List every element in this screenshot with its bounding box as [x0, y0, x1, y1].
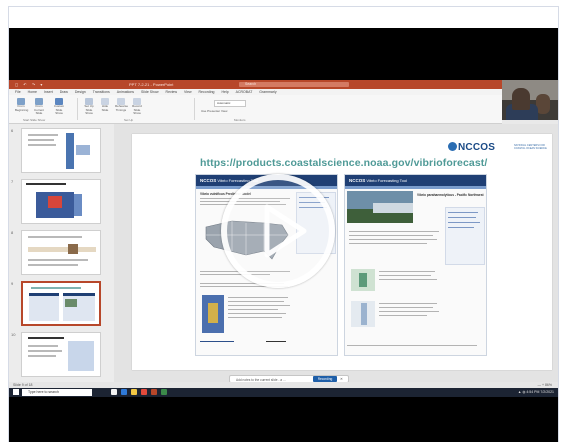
tab-draw[interactable]: Draw — [60, 90, 68, 94]
quick-access-toolbar[interactable]: ◻ ↶ ↷ ▾ — [15, 80, 44, 89]
tab-transitions[interactable]: Transitions — [93, 90, 110, 94]
document-title: PPT 7-2-21 - PowerPoint — [129, 82, 174, 87]
thumb-number: 6 — [11, 128, 14, 133]
slide-thumbnail-selected[interactable] — [21, 281, 101, 326]
title-bar: ◻ ↶ ↷ ▾ PPT 7-2-21 - PowerPoint Search — [9, 80, 558, 89]
slide-counter: Slide 9 of 18 — [13, 383, 33, 387]
tab-insert[interactable]: Insert — [44, 90, 53, 94]
tab-file[interactable]: File — [15, 90, 21, 94]
play-icon — [264, 204, 307, 258]
web-header-bar: NCCOS Vibrio Forecasting Tool — [345, 175, 486, 186]
tab-acrobat[interactable]: ACROBAT — [236, 90, 253, 94]
close-icon[interactable]: ✕ — [340, 377, 343, 381]
current-slide: NCCOS NATIONAL CENTERS FOR COASTAL OCEAN… — [132, 134, 552, 370]
windows-taskbar: Type here to search ▲ ◍ 4:54 PM 7/2/2021 — [9, 388, 558, 397]
presenter-view-checkbox[interactable]: Use Presenter View — [201, 109, 227, 113]
from-current-slide-button[interactable]: From Current Slide — [33, 98, 45, 115]
coastline-photo — [347, 191, 413, 223]
ribbon: From Beginning From Current Slide Custom… — [9, 95, 502, 124]
from-beginning-button[interactable]: From Beginning — [15, 98, 28, 114]
tab-review[interactable]: Review — [166, 90, 177, 94]
tab-help[interactable]: Help — [221, 90, 228, 94]
search-box[interactable]: Search — [239, 82, 349, 87]
slide-thumbnail[interactable] — [21, 332, 101, 377]
tab-animations[interactable]: Animations — [117, 90, 134, 94]
monitor-select[interactable]: Automatic — [214, 100, 246, 107]
nccos-logo: NCCOS — [448, 142, 495, 153]
webpage-screenshot-right: NCCOS Vibrio Forecasting Tool Vibrio par… — [344, 174, 487, 356]
thumb-number: 8 — [11, 230, 14, 235]
webcam-overlay — [502, 80, 558, 120]
powerpoint-icon[interactable] — [151, 389, 157, 395]
group-start-slide-show: Start Slide Show — [23, 118, 46, 122]
video-letterbox-bottom — [9, 397, 558, 442]
tab-grammarly[interactable]: Grammarly — [259, 90, 276, 94]
thumb-number: 10 — [11, 332, 16, 337]
slide-editing-area: NCCOS NATIONAL CENTERS FOR COASTAL OCEAN… — [114, 124, 558, 382]
heat-map-image — [202, 295, 224, 333]
web-heading: Vibrio parahaemolyticus - Pacific Northw… — [417, 193, 484, 197]
tab-view[interactable]: View — [184, 90, 192, 94]
slide-url[interactable]: https://products.coastalscience.noaa.gov… — [200, 157, 487, 169]
thumb-number: 9 — [11, 281, 14, 286]
custom-slide-show-button[interactable]: Custom Slide Show — [53, 98, 65, 115]
taskbar-search[interactable]: Type here to search — [22, 389, 92, 396]
group-set-up: Set Up — [124, 118, 134, 122]
excel-icon[interactable] — [161, 389, 167, 395]
file-explorer-icon[interactable] — [131, 389, 137, 395]
map-thumbnail — [351, 301, 375, 327]
rehearse-timings-button[interactable]: Rehearse Timings — [115, 98, 128, 114]
slide-thumbnail-pane: 6 7 8 9 10 — [9, 124, 114, 382]
tab-slide-show[interactable]: Slide Show — [141, 90, 159, 94]
set-up-slide-show-button[interactable]: Set Up Slide Show — [83, 98, 95, 115]
slide-thumbnail[interactable] — [21, 230, 101, 275]
play-button[interactable] — [221, 174, 335, 288]
task-view-icon[interactable] — [111, 389, 117, 395]
windows-start-icon[interactable] — [13, 389, 19, 395]
edge-icon[interactable] — [121, 389, 127, 395]
tab-recording[interactable]: Recording — [199, 90, 215, 94]
video-letterbox-top — [9, 28, 558, 80]
chrome-icon[interactable] — [141, 389, 147, 395]
nccos-subtitle: NATIONAL CENTERS FOR COASTAL OCEAN SCIEN… — [514, 144, 547, 150]
thumb-number: 7 — [11, 179, 14, 184]
slide-thumbnail[interactable] — [21, 128, 101, 173]
slide-thumbnail[interactable] — [21, 179, 101, 224]
tab-design[interactable]: Design — [75, 90, 86, 94]
group-monitors: Monitors — [234, 118, 246, 122]
hide-slide-button[interactable]: Hide Slide — [99, 98, 111, 114]
record-slide-show-button[interactable]: Record Slide Show — [131, 98, 143, 115]
map-thumbnail — [351, 269, 375, 291]
noaa-globe-icon — [448, 142, 457, 151]
system-tray[interactable]: ▲ ◍ 4:54 PM 7/2/2021 — [518, 388, 554, 397]
tab-home[interactable]: Home — [28, 90, 37, 94]
